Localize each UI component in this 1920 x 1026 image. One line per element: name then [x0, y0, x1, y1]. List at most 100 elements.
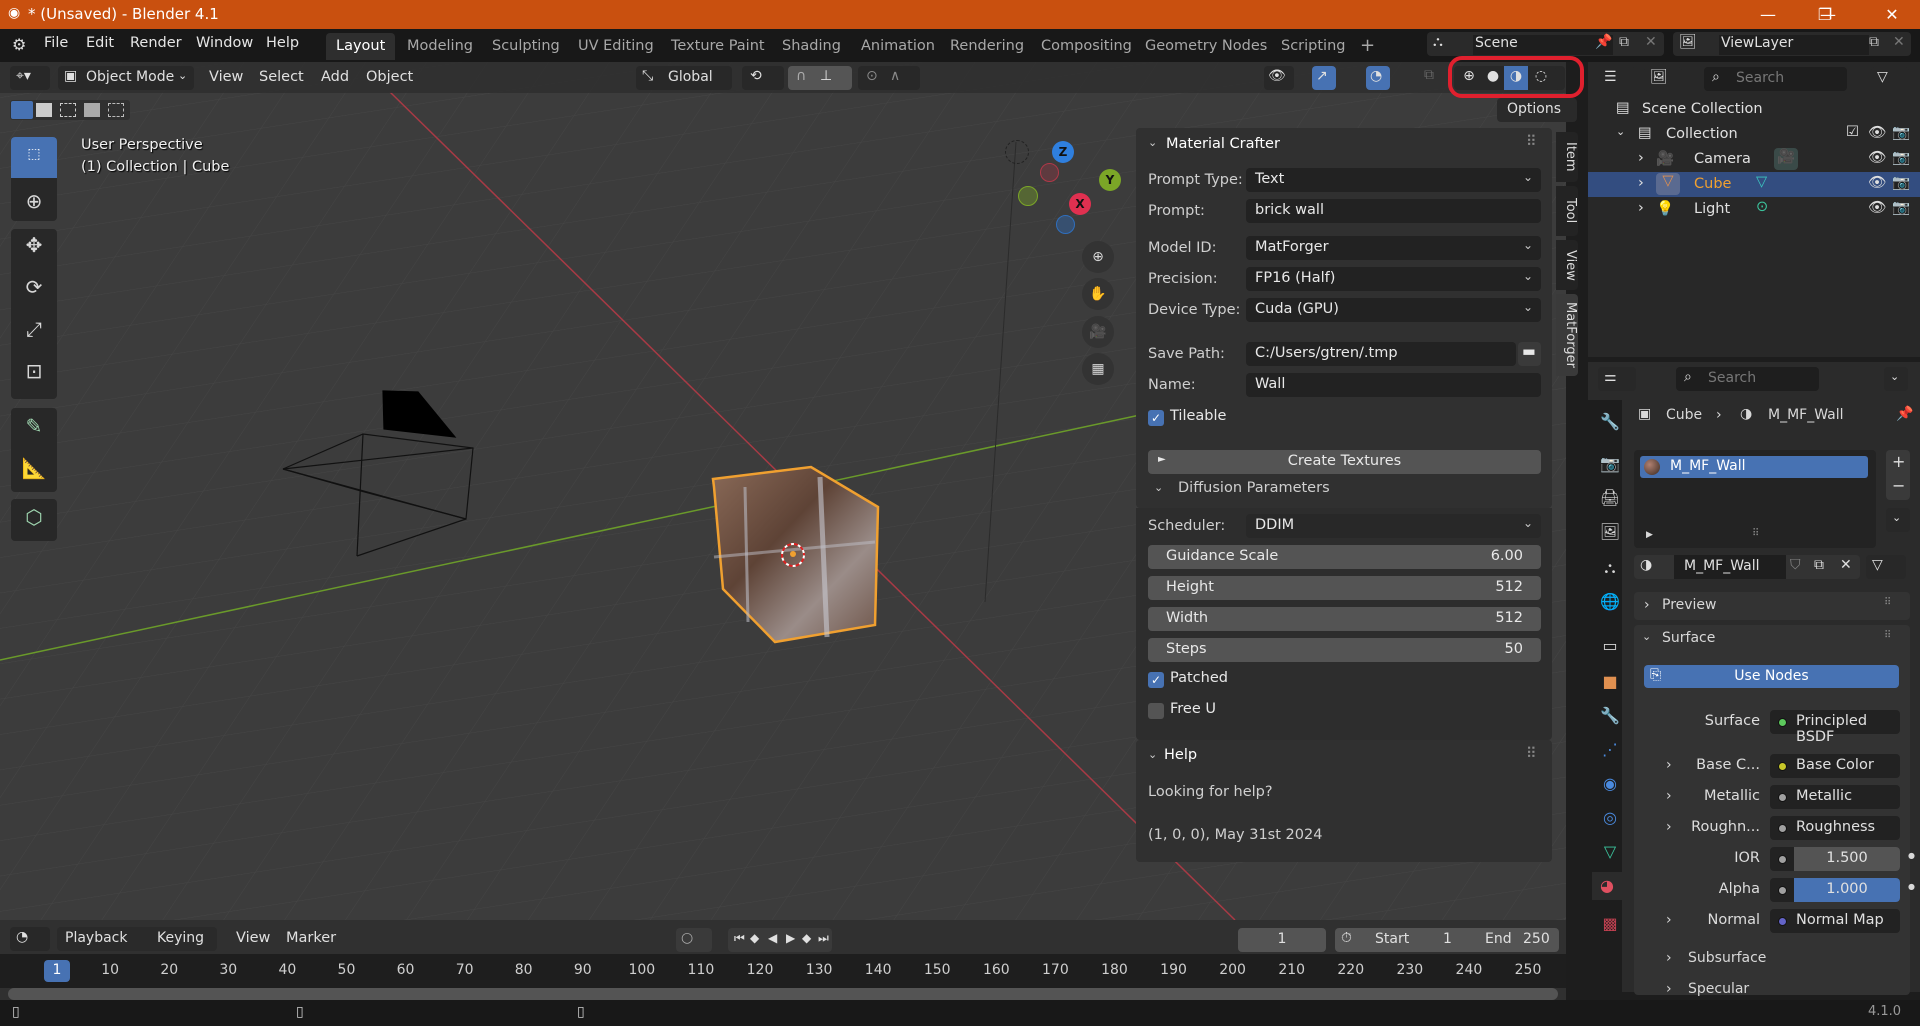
scene-selector[interactable]: ⛬ Scene 📌 ⧉ ✕ [1427, 32, 1664, 56]
close-button[interactable]: ✕ [1864, 0, 1920, 29]
exclude-checkbox[interactable]: ☑ [1846, 124, 1859, 140]
menu-help[interactable]: Help [266, 35, 299, 51]
tab-shading[interactable]: Shading [772, 33, 851, 60]
menu-file[interactable]: File [44, 35, 68, 51]
visibility-eye-icon[interactable]: 👁 [1868, 174, 1886, 191]
menu-render[interactable]: Render [130, 35, 182, 51]
properties-options[interactable]: ⌄ [1884, 367, 1908, 391]
overlay-toggle[interactable]: ◔ [1366, 66, 1390, 90]
play-reverse-icon[interactable]: ◀ [768, 931, 777, 945]
render-camera-icon[interactable]: 📷 [1892, 199, 1910, 216]
xray-toggle[interactable]: ⧉ [1424, 67, 1434, 83]
diffusion-parameters-header[interactable]: Diffusion Parameters [1178, 480, 1330, 496]
drag-handle-icon[interactable]: ⠿ [1526, 134, 1537, 150]
scene-properties-icon[interactable]: ⛬ [1596, 554, 1624, 582]
end-frame-field[interactable]: 250 [1523, 931, 1550, 947]
guidance-scale-slider[interactable]: Guidance Scale 6.00 [1148, 545, 1541, 569]
render-camera-icon[interactable]: 📷 [1892, 174, 1910, 191]
free-u-checkbox[interactable] [1148, 703, 1164, 719]
tab-matforger[interactable]: MatForger [1556, 294, 1578, 376]
outliner-item-camera[interactable]: › 🎥 Camera 🎥 👁 📷 [1588, 147, 1920, 172]
outliner-filter-layer[interactable]: 🖼 [1644, 67, 1682, 91]
play-icon[interactable]: ▶ [786, 931, 795, 945]
restore-button[interactable]: ❐ [1797, 0, 1853, 29]
folder-browse-icon[interactable]: ▬ [1518, 342, 1541, 366]
tab-item[interactable]: Item [1556, 132, 1578, 182]
socket-field[interactable]: Normal Map [1770, 909, 1900, 933]
pan-view-icon[interactable]: ✋ [1082, 278, 1114, 310]
render-camera-icon[interactable]: 📷 [1892, 124, 1910, 141]
tab-texture-paint[interactable]: Texture Paint [661, 33, 775, 60]
tab-uv-editing[interactable]: UV Editing [568, 33, 664, 60]
measure-tool-icon[interactable]: 📐 [11, 456, 57, 492]
snap-toggle[interactable]: ∩ ⊥ [788, 66, 852, 90]
render-properties-icon[interactable]: 📷 [1596, 450, 1624, 478]
cursor-tool-icon[interactable]: ⊕ [11, 180, 57, 221]
transform-tool-icon[interactable]: ⊡ [11, 359, 57, 397]
auto-keying-toggle[interactable]: ○ [676, 928, 712, 952]
help-header[interactable]: Help [1164, 747, 1197, 763]
render-camera-icon[interactable]: 📷 [1892, 149, 1910, 166]
select-intersect-icon[interactable] [108, 103, 124, 117]
material-properties-icon[interactable]: ◕ [1592, 872, 1622, 900]
link-type-dropdown[interactable]: ▽ [1866, 555, 1906, 579]
device-type-dropdown[interactable]: Cuda (GPU) ⌄ [1246, 298, 1541, 322]
outliner-scene-collection[interactable]: ▤ Scene Collection [1588, 97, 1920, 122]
blender-menu-icon[interactable]: ⚙ [12, 35, 26, 54]
physics-properties-icon[interactable]: ◉ [1596, 770, 1624, 798]
remove-slot-icon[interactable]: − [1892, 476, 1905, 495]
jump-start-icon[interactable]: ⏮ [734, 931, 745, 946]
expand-chevron-icon[interactable]: › [1666, 757, 1672, 773]
use-nodes-button[interactable]: ⎘ Use Nodes [1644, 665, 1899, 688]
view-layer-name[interactable]: ViewLayer [1721, 35, 1793, 51]
output-properties-icon[interactable]: 🖨 [1596, 484, 1624, 512]
current-frame-field[interactable]: 1 [1238, 928, 1326, 952]
socket-field[interactable]: 1.500 [1770, 847, 1900, 871]
name-input[interactable]: Wall [1246, 373, 1541, 397]
gizmo-x-axis[interactable]: X [1069, 193, 1091, 215]
tab-compositing[interactable]: Compositing [1031, 33, 1142, 60]
gizmo-neg-z[interactable] [1056, 215, 1075, 234]
minimize-button[interactable]: — [1740, 0, 1796, 29]
particles-properties-icon[interactable]: ⋰ [1596, 736, 1624, 764]
unlink-material-icon[interactable]: ✕ [1840, 557, 1852, 573]
playhead[interactable]: 1 [44, 960, 70, 982]
menu-edit[interactable]: Edit [86, 35, 114, 51]
socket-field[interactable]: Principled BSDF [1770, 710, 1900, 745]
view-layer-selector[interactable]: 🖼 ViewLayer ⧉ ✕ [1673, 32, 1911, 56]
width-slider[interactable]: Width 512 [1148, 607, 1541, 631]
move-tool-icon[interactable]: ✥ [11, 233, 57, 271]
gizmo-z-axis[interactable]: Z [1052, 141, 1074, 163]
socket-field[interactable]: 1.000 [1770, 878, 1900, 902]
save-path-input[interactable]: C:/Users/gtren/.tmp [1246, 342, 1516, 366]
material-name-field[interactable]: M_MF_Wall [1684, 558, 1760, 574]
subsurface-section[interactable]: Subsurface [1688, 950, 1766, 966]
collection-properties-icon[interactable]: ▭ [1596, 632, 1624, 660]
add-workspace-button[interactable]: + [1350, 33, 1385, 60]
frame-ruler[interactable]: 1 10 20 30 40 50 60 70 80 90 100 110 120 130 140 150 16… [0, 954, 1566, 988]
visibility-eye-icon[interactable]: 👁 [1868, 149, 1886, 166]
select-box-tool-icon[interactable]: ⬚ [11, 137, 57, 178]
tileable-checkbox[interactable]: ✓ [1148, 410, 1164, 426]
model-id-dropdown[interactable]: MatForger ⌄ [1246, 236, 1541, 260]
collapse-chevron-icon[interactable]: ⌄ [1148, 748, 1157, 761]
prev-keyframe-icon[interactable]: ◆ [750, 931, 759, 945]
properties-editor-type[interactable]: ⚌ [1598, 367, 1636, 391]
next-keyframe-icon[interactable]: ◆ [802, 931, 811, 945]
socket-field[interactable]: Metallic [1770, 785, 1900, 809]
outliner-filter-button[interactable]: ▽ [1871, 67, 1909, 91]
timeline-marker-menu[interactable]: Marker [286, 930, 336, 946]
resize-handle-icon[interactable]: ⠿ [1752, 528, 1759, 539]
new-view-layer-icon[interactable]: ⧉ [1869, 34, 1879, 50]
pin-icon[interactable]: 📌 [1896, 406, 1913, 422]
gizmo-neg-y[interactable] [1018, 186, 1038, 206]
playback-menu[interactable]: Playback [65, 930, 127, 946]
constraints-properties-icon[interactable]: ◎ [1596, 804, 1624, 832]
tab-scripting[interactable]: Scripting [1271, 33, 1355, 60]
visibility-eye-icon[interactable]: 👁 [1868, 199, 1886, 216]
select-invert-icon[interactable] [84, 103, 100, 117]
annotate-tool-icon[interactable]: ✎ [11, 414, 57, 450]
pivot-selector[interactable]: ⟲ [742, 66, 784, 90]
ortho-toggle-icon[interactable]: ▦ [1082, 353, 1114, 385]
select-new-icon[interactable] [11, 101, 33, 119]
